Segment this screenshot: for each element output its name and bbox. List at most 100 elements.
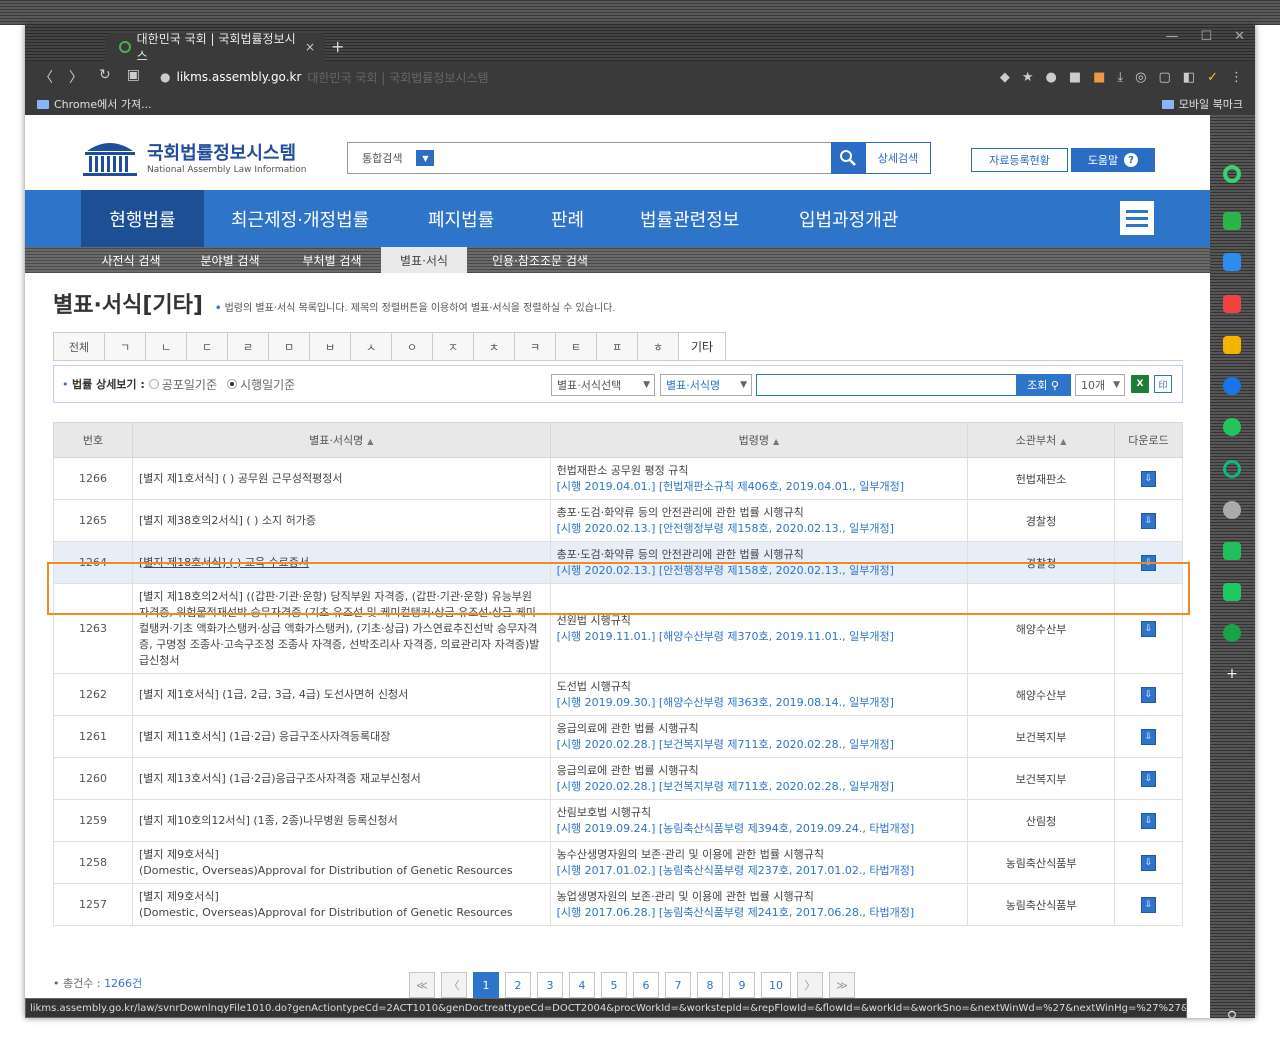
ext-star-icon[interactable] [1223, 336, 1241, 354]
law-enforcement-info[interactable]: [시행 2017.01.02.] [농림축산식품부령 제237호, 2017.0… [557, 864, 915, 877]
law-name-cell[interactable]: 산림보호법 시행규칙 [시행 2019.09.24.] [농림축산식품부령 제39… [549, 799, 969, 842]
form-name[interactable]: [별지 제1호서식] (1급, 2급, 3급, 4급) 도선사면허 신청서 [139, 688, 408, 701]
page-info-icon[interactable]: ▣ [127, 67, 140, 87]
reload-icon[interactable]: ↻ [99, 67, 111, 87]
table-row[interactable]: 1262 [별지 제1호서식] (1급, 2급, 3급, 4급) 도선사면허 신청… [53, 673, 1183, 716]
law-name-cell[interactable]: 총포·도검·화약류 등의 안전관리에 관한 법률 시행규칙 [시행 2020.02… [549, 541, 969, 584]
download-file-icon[interactable]: ⇩ [1141, 554, 1157, 571]
prev-page-button[interactable]: 〈 [441, 972, 467, 998]
law-name[interactable]: 산림보호법 시행규칙 [557, 806, 652, 819]
law-name-cell[interactable]: 헌법재판소 공무원 평정 규칙 [시행 2019.04.01.] [헌법재판소규칙… [549, 457, 969, 500]
law-name[interactable]: 헌법재판소 공무원 평정 규칙 [557, 464, 689, 477]
law-enforcement-info[interactable]: [시행 2020.02.13.] [안전행정부령 제158호, 2020.02.… [557, 522, 894, 535]
help-button[interactable]: 도움말 ? [1071, 148, 1155, 172]
ext-play-icon[interactable] [1223, 460, 1241, 478]
nav-abolished-law[interactable]: 폐지법률 [428, 190, 494, 247]
tab-char[interactable]: ㄴ [145, 332, 186, 361]
maximize-icon[interactable]: ☐ [1200, 29, 1212, 44]
query-button[interactable]: 조회 ⚲ [1016, 375, 1070, 395]
search-scope-select[interactable]: 통합검색 ▼ [348, 150, 435, 166]
download-file-icon[interactable]: ⇩ [1141, 854, 1157, 871]
reader-icon[interactable]: ▢ [1159, 70, 1171, 85]
form-name-cell[interactable]: [별지 제1호서식] ( ) 공무원 근무성적평정서 [131, 457, 551, 500]
ext-pocket-icon[interactable] [1223, 295, 1241, 313]
tab-other[interactable]: 기타 [678, 332, 726, 361]
nav-legislative-process[interactable]: 입법과정개관 [799, 190, 898, 247]
extension-icon[interactable]: ■ [1069, 70, 1081, 85]
law-name[interactable]: 응급의료에 관한 법률 시행규칙 [557, 722, 699, 735]
law-name[interactable]: 응급의료에 관한 법률 시행규칙 [557, 764, 699, 777]
ext-openai-icon[interactable] [1223, 501, 1241, 519]
law-enforcement-info[interactable]: [시행 2020.02.28.] [보건복지부령 제711호, 2020.02.… [557, 738, 894, 751]
page-button[interactable]: 7 [665, 972, 691, 998]
tab-char[interactable]: ㅊ [473, 332, 514, 361]
col-ministry[interactable]: 소관부처 ▲ [967, 422, 1116, 458]
law-name[interactable]: 도선법 시행규칙 [557, 680, 631, 693]
page-button[interactable]: 1 [473, 972, 499, 998]
tab-char[interactable]: ㅅ [350, 332, 391, 361]
form-name[interactable]: [별지 제18호의2서식] ((갑판·기관·운항) 당직부원 자격증, (갑판·… [139, 590, 539, 667]
nav-precedent[interactable]: 판례 [551, 190, 584, 247]
download-file-icon[interactable]: ⇩ [1141, 896, 1157, 913]
tab-char[interactable]: ㄷ [186, 332, 227, 361]
download-file-icon[interactable]: ⇩ [1141, 620, 1157, 637]
law-name-cell[interactable]: 도선법 시행규칙 [시행 2019.09.30.] [해양수산부령 제363호, … [549, 673, 969, 716]
download-file-icon[interactable]: ⇩ [1141, 470, 1157, 487]
tab-close-icon[interactable]: × [305, 40, 315, 54]
download-file-icon[interactable]: ⇩ [1141, 770, 1157, 787]
tab-char[interactable]: ㅁ [268, 332, 309, 361]
form-type-select[interactable]: 별표·서식선택 ▼ [551, 374, 655, 396]
first-page-button[interactable]: ≪ [409, 972, 435, 998]
nav-recent-law[interactable]: 최근제정·개정법률 [231, 190, 369, 247]
form-name[interactable]: [별지 제18호서식] ( ) 교육 수료증서 [139, 556, 309, 569]
page-button[interactable]: 6 [633, 972, 659, 998]
page-button[interactable]: 3 [537, 972, 563, 998]
forward-icon[interactable]: 〉 [69, 67, 83, 87]
law-name-cell[interactable]: 선원법 시행규칙 [시행 2019.11.01.] [해양수산부령 제370호, … [549, 583, 969, 674]
search-button[interactable] [831, 142, 865, 174]
law-name-cell[interactable]: 응급의료에 관한 법률 시행규칙 [시행 2020.02.28.] [보건복지부령… [549, 757, 969, 800]
hamburger-menu-icon[interactable] [1120, 201, 1154, 235]
url-field[interactable]: ● likms.assembly.go.kr 대한민국 국회 | 국회법률정보시… [160, 69, 488, 86]
pin-icon[interactable]: ⚲ [1223, 1008, 1241, 1018]
new-tab-button[interactable]: + [331, 37, 344, 56]
ext-robot-icon[interactable] [1223, 624, 1241, 642]
search-field-select[interactable]: 별표·서식명 ▼ [660, 374, 752, 396]
download-file-icon[interactable]: ⇩ [1141, 512, 1157, 529]
search-input[interactable]: 통합검색 ▼ [347, 142, 832, 174]
download-file-icon[interactable]: ⇩ [1141, 686, 1157, 703]
form-name-cell[interactable]: [별지 제9호서식] (Domestic, Overseas)Approval f… [131, 841, 551, 884]
law-enforcement-info[interactable]: [시행 2019.11.01.] [해양수산부령 제370호, 2019.11.… [557, 630, 894, 643]
download-icon[interactable]: ⤓ [1117, 70, 1123, 85]
law-enforcement-info[interactable]: [시행 2019.04.01.] [헌법재판소규칙 제406호, 2019.04… [557, 480, 904, 493]
form-name-cell[interactable]: [별지 제11호서식] (1급·2급) 응급구조사자격등록대장 [131, 715, 551, 758]
law-name[interactable]: 선원법 시행규칙 [557, 614, 631, 627]
law-enforcement-info[interactable]: [시행 2020.02.13.] [안전행정부령 제158호, 2020.02.… [557, 564, 894, 577]
page-button[interactable]: 4 [569, 972, 595, 998]
ext-camera-icon[interactable] [1223, 542, 1241, 560]
subnav-ministry-search[interactable]: 부처별 검색 [287, 247, 377, 273]
shield-icon[interactable]: ◆ [1000, 70, 1010, 85]
law-name-cell[interactable]: 총포·도검·화약류 등의 안전관리에 관한 법률 시행규칙 [시행 2020.02… [549, 499, 969, 542]
law-name[interactable]: 총포·도검·화약류 등의 안전관리에 관한 법률 시행규칙 [557, 548, 804, 561]
back-icon[interactable]: 〈 [39, 67, 53, 87]
ext-message-icon[interactable] [1223, 583, 1241, 601]
subnav-forms[interactable]: 별표·서식 [381, 247, 467, 273]
form-name-cell[interactable]: [별지 제9호서식] (Domestic, Overseas)Approval f… [131, 883, 551, 926]
page-button[interactable]: 5 [601, 972, 627, 998]
tab-char[interactable]: ㅌ [555, 332, 596, 361]
law-name[interactable]: 농수산생명자원의 보존·관리 및 이용에 관한 법률 시행규칙 [557, 848, 824, 861]
print-icon[interactable]: 印 [1154, 375, 1172, 393]
ext-calendar-icon[interactable] [1223, 253, 1241, 271]
col-form-name[interactable]: 별표·서식명 ▲ [131, 422, 551, 458]
law-name[interactable]: 농업생명자원의 보존·관리 및 이용에 관한 법률 시행규칙 [557, 890, 814, 903]
table-row[interactable]: 1263 [별지 제18호의2서식] ((갑판·기관·운항) 당직부원 자격증, … [53, 583, 1183, 674]
last-page-button[interactable]: ≫ [829, 972, 855, 998]
table-row[interactable]: 1264 [별지 제18호서식] ( ) 교육 수료증서 총포·도검·화약류 등의 … [53, 541, 1183, 584]
nav-current-law[interactable]: 현행법률 [81, 190, 204, 247]
radio-enforcement-date[interactable]: 시행일기준 [226, 376, 295, 393]
law-enforcement-info[interactable]: [시행 2020.02.28.] [보건복지부령 제711호, 2020.02.… [557, 780, 894, 793]
download-file-icon[interactable]: ⇩ [1141, 812, 1157, 829]
table-row[interactable]: 1258 [별지 제9호서식] (Domestic, Overseas)Approv… [53, 841, 1183, 884]
ext-circle-icon[interactable] [1223, 165, 1241, 183]
